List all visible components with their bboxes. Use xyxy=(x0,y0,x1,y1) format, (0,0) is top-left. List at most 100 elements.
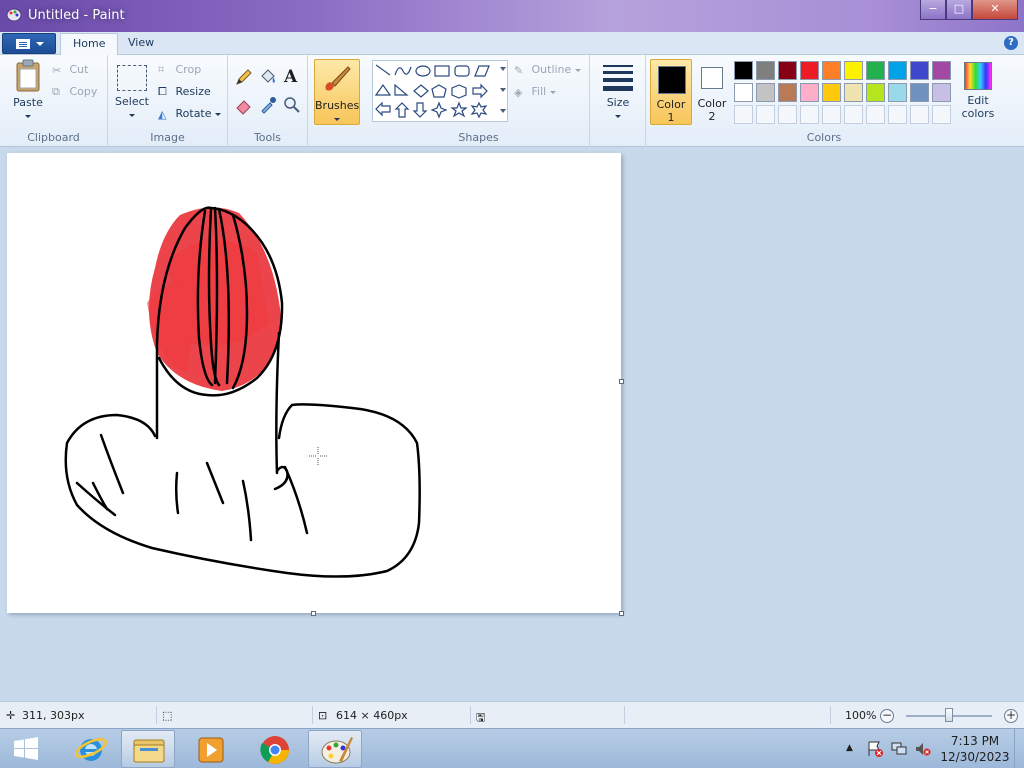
canvas-resize-handle-right[interactable] xyxy=(619,379,624,384)
media-player-icon xyxy=(198,737,224,763)
drawing-canvas[interactable] xyxy=(7,153,621,613)
custom-color-slot[interactable] xyxy=(844,105,863,124)
taskbar-chrome[interactable] xyxy=(248,730,302,768)
clock-time: 7:13 PM xyxy=(950,734,1000,748)
volume-muted-icon[interactable] xyxy=(914,740,932,758)
palette-swatch[interactable] xyxy=(756,61,775,80)
taskbar-media-player[interactable] xyxy=(184,730,238,768)
fill-button[interactable]: ◈ Fill xyxy=(514,85,556,99)
rotate-button[interactable]: ◭ Rotate xyxy=(158,107,222,121)
palette-swatch[interactable] xyxy=(822,61,841,80)
cut-button[interactable]: ✂ Cut xyxy=(52,63,88,77)
fill-label: Fill xyxy=(531,85,547,98)
rainbow-icon xyxy=(964,62,992,90)
palette-swatch[interactable] xyxy=(734,61,753,80)
edit-colors-line2: colors xyxy=(961,107,995,120)
pencil-icon[interactable] xyxy=(234,67,254,87)
window-controls: − □ ✕ xyxy=(920,0,1018,21)
shapes-group-label: Shapes xyxy=(458,131,499,144)
window-title: Untitled - Paint xyxy=(28,8,125,23)
palette-swatch[interactable] xyxy=(932,83,951,102)
resize-button[interactable]: ⧠ Resize xyxy=(158,85,211,99)
palette-swatch[interactable] xyxy=(866,61,885,80)
zoom-slider-thumb[interactable] xyxy=(945,708,953,722)
taskbar-clock[interactable]: 7:13 PM 12/30/2023 xyxy=(940,733,1010,765)
tab-view[interactable]: View xyxy=(116,33,166,55)
custom-color-slot[interactable] xyxy=(800,105,819,124)
text-tool-icon[interactable]: A xyxy=(284,67,297,87)
palette-swatch[interactable] xyxy=(888,83,907,102)
canvas-size: 614 × 460px xyxy=(336,709,408,722)
palette-swatch[interactable] xyxy=(910,61,929,80)
size-button[interactable]: Size xyxy=(598,59,638,125)
selection-size-icon: ⬚ xyxy=(162,709,173,722)
color2-button[interactable]: Color 2 xyxy=(694,59,730,125)
tray-expand-icon[interactable]: ▲ xyxy=(846,743,853,753)
custom-color-slot[interactable] xyxy=(756,105,775,124)
network-icon[interactable] xyxy=(890,740,908,758)
palette-swatch[interactable] xyxy=(910,83,929,102)
custom-color-slot[interactable] xyxy=(734,105,753,124)
brushes-button[interactable]: Brushes xyxy=(314,59,360,125)
custom-color-slot[interactable] xyxy=(778,105,797,124)
color-picker-icon[interactable] xyxy=(258,95,278,115)
palette-swatch[interactable] xyxy=(756,83,775,102)
edit-colors-button[interactable]: Edit colors xyxy=(958,59,998,125)
copy-icon: ⧉ xyxy=(52,85,60,98)
canvas-workarea xyxy=(0,148,1024,701)
copy-button[interactable]: ⧉ Copy xyxy=(52,85,97,99)
paint-app-icon[interactable] xyxy=(6,7,22,23)
custom-color-slot[interactable] xyxy=(866,105,885,124)
action-center-icon[interactable] xyxy=(866,740,884,758)
maximize-button[interactable]: □ xyxy=(946,0,972,20)
show-desktop-button[interactable] xyxy=(1014,729,1024,768)
palette-swatch[interactable] xyxy=(866,83,885,102)
outline-button[interactable]: ✎ Outline xyxy=(514,63,581,77)
tab-home[interactable]: Home xyxy=(60,33,119,55)
zoom-in-button[interactable]: + xyxy=(1004,709,1018,723)
canvas-resize-handle-corner[interactable] xyxy=(619,611,624,616)
fill-bucket-icon[interactable] xyxy=(258,67,278,87)
size-group: Size xyxy=(590,55,646,147)
magnifier-icon[interactable] xyxy=(282,95,302,115)
custom-color-slot[interactable] xyxy=(822,105,841,124)
taskbar-file-explorer[interactable] xyxy=(121,730,175,768)
paste-button[interactable]: Paste xyxy=(8,59,48,125)
custom-color-slot[interactable] xyxy=(888,105,907,124)
image-group-label: Image xyxy=(150,131,185,144)
select-icon xyxy=(117,65,147,91)
palette-swatch[interactable] xyxy=(822,83,841,102)
taskbar-internet-explorer[interactable] xyxy=(64,730,118,768)
brushes-label: Brushes xyxy=(315,99,360,112)
tools-group: A Tools xyxy=(228,55,308,147)
help-icon[interactable]: ? xyxy=(1004,36,1018,50)
palette-swatch[interactable] xyxy=(888,61,907,80)
chevron-down-icon xyxy=(549,90,556,94)
start-windows-icon[interactable] xyxy=(8,734,44,764)
palette-swatch[interactable] xyxy=(800,61,819,80)
crop-button[interactable]: ⌗ Crop xyxy=(158,63,201,77)
file-menu-button[interactable] xyxy=(2,33,56,54)
color1-button[interactable]: Color 1 xyxy=(650,59,692,125)
minimize-button[interactable]: − xyxy=(920,0,946,20)
select-button[interactable]: Select xyxy=(114,59,150,125)
zoom-out-button[interactable]: − xyxy=(880,709,894,723)
shapes-gallery xyxy=(372,60,508,122)
custom-color-slot[interactable] xyxy=(910,105,929,124)
eraser-icon[interactable] xyxy=(234,95,254,115)
taskbar-paint[interactable] xyxy=(308,730,362,768)
palette-swatch[interactable] xyxy=(778,83,797,102)
shapes-group: ✎ Outline ◈ Fill Shapes xyxy=(368,55,590,147)
palette-swatch[interactable] xyxy=(844,61,863,80)
canvas-resize-handle-bottom[interactable] xyxy=(311,611,316,616)
palette-swatch[interactable] xyxy=(932,61,951,80)
zoom-level: 100% xyxy=(845,709,877,722)
scissors-icon: ✂ xyxy=(52,63,62,77)
palette-swatch[interactable] xyxy=(844,83,863,102)
palette-swatch[interactable] xyxy=(778,61,797,80)
custom-color-slot[interactable] xyxy=(932,105,951,124)
palette-swatch[interactable] xyxy=(800,83,819,102)
close-button[interactable]: ✕ xyxy=(972,0,1018,20)
palette-swatch[interactable] xyxy=(734,83,753,102)
brush-icon xyxy=(325,66,351,91)
